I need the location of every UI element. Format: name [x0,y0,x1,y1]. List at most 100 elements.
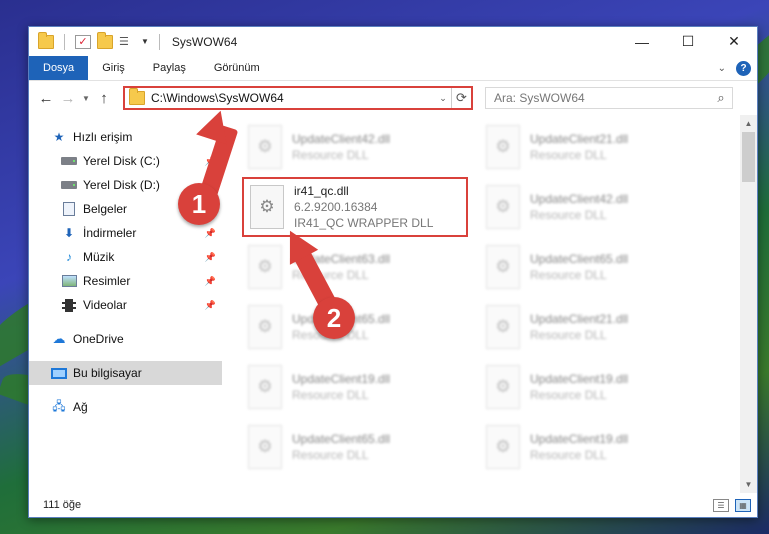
up-arrow-icon[interactable]: ↑ [93,90,115,107]
sidebar-item-quick-access[interactable]: ★ Hızlı erişim [29,125,222,149]
star-icon: ★ [53,130,65,144]
sidebar-item-label: Müzik [83,250,115,264]
file-explorer-window: ✓ ☰ ▼ SysWOW64 — ☐ ✕ Dosya Giriş Paylaş … [28,26,758,518]
help-icon[interactable]: ? [736,60,751,76]
tab-share[interactable]: Paylaş [139,56,200,80]
file-description: Resource DLL [292,448,369,462]
dll-gear-icon: ⚙ [486,125,520,169]
forward-arrow-icon[interactable]: → [57,90,79,107]
file-item[interactable]: ⚙ UpdateClient63.dll Resource DLL [242,237,480,297]
sidebar-item-network[interactable]: 🖧 Ağ [29,395,222,419]
sidebar-item-downloads[interactable]: ⬇ İndirmeler 📌 [29,221,222,245]
file-description: Resource DLL [530,148,607,162]
search-icon[interactable]: ⌕ [710,90,732,106]
sidebar-item-label: Ağ [73,400,88,414]
title-bar: ✓ ☰ ▼ SysWOW64 — ☐ ✕ [29,27,757,56]
file-name: UpdateClient19.dll [530,432,629,446]
file-name: UpdateClient42.dll [292,132,391,146]
file-description: Resource DLL [530,268,607,282]
file-description: Resource DLL [530,388,607,402]
computer-icon [51,366,67,380]
large-icons-view-icon[interactable]: ▦ [735,498,751,512]
file-description: Resource DLL [530,328,607,342]
address-bar[interactable]: C:\Windows\SysWOW64 ⌄ ⟳ [123,86,473,110]
documents-icon [61,202,77,216]
file-description: Resource DLL [292,148,369,162]
address-path[interactable]: C:\Windows\SysWOW64 [151,91,435,105]
file-item[interactable]: ⚙ UpdateClient21.dll Resource DLL [480,117,718,177]
close-button[interactable]: ✕ [711,27,757,56]
sidebar-item-label: Yerel Disk (C:) [83,154,160,168]
view-toggle-group: ☰ ▦ [713,498,757,512]
sidebar-item-label: Yerel Disk (D:) [83,178,160,192]
tab-view[interactable]: Görünüm [200,56,274,80]
scroll-down-arrow-icon[interactable]: ▼ [740,476,757,493]
expand-ribbon-chevron-icon[interactable]: ⌄ [718,63,726,74]
sidebar-item-label: Belgeler [83,202,128,216]
file-item[interactable]: ⚙ UpdateClient19.dll Resource DLL [480,417,718,477]
sidebar-item-onedrive[interactable]: ☁ OneDrive [29,327,222,351]
chevron-down-icon[interactable]: ▼ [141,37,149,46]
folder-icon [38,31,54,49]
file-item-ir41-qc-dll[interactable]: ⚙ ir41_qc.dll 6.2.9200.16384 IR41_QC WRA… [242,177,468,237]
scroll-up-arrow-icon[interactable]: ▲ [740,115,757,132]
file-item[interactable]: ⚙ UpdateClient19.dll Resource DLL [242,357,480,417]
dll-gear-icon: ⚙ [248,425,282,469]
disk-drive-icon [61,178,77,192]
file-name: UpdateClient19.dll [292,372,391,386]
sidebar-item-local-disk-c[interactable]: Yerel Disk (C:) 📌 [29,149,222,173]
pin-icon: 📌 [204,251,216,262]
address-dropdown-chevron-icon[interactable]: ⌄ [435,93,451,104]
file-version: 6.2.9200.16384 [294,200,378,214]
file-name: UpdateClient65.dll [530,252,629,266]
new-folder-icon[interactable] [97,31,113,49]
sidebar-item-label: Hızlı erişim [73,130,133,144]
recent-locations-chevron-icon[interactable]: ▼ [79,94,93,103]
file-description: IR41_QC WRAPPER DLL [294,216,434,230]
dll-gear-icon: ⚙ [486,245,520,289]
tab-home[interactable]: Giriş [88,56,139,80]
search-box[interactable]: Ara: SysWOW64 ⌕ [485,87,733,109]
customize-toolbar-icon[interactable]: ☰ [119,35,135,49]
network-icon: 🖧 [52,398,66,413]
file-name: UpdateClient65.dll [292,432,391,446]
file-name: UpdateClient21.dll [530,312,629,326]
main-area: ★ Hızlı erişim Yerel Disk (C:) 📌 Yerel D… [29,115,757,493]
file-item[interactable]: ⚙ UpdateClient42.dll Resource DLL [242,117,480,177]
sidebar-item-label: Videolar [83,298,127,312]
search-input[interactable]: Ara: SysWOW64 [494,91,710,105]
file-item[interactable]: ⚙ UpdateClient42.dll Resource DLL [480,177,718,237]
file-item[interactable]: ⚙ UpdateClient65.dll Resource DLL [480,237,718,297]
divider [64,33,65,50]
file-name: UpdateClient21.dll [530,132,629,146]
sidebar-item-label: Bu bilgisayar [73,366,142,380]
music-note-icon: ♪ [66,250,72,264]
maximize-button[interactable]: ☐ [665,27,711,56]
properties-check-icon[interactable]: ✓ [75,34,91,49]
minimize-button[interactable]: — [619,27,665,56]
file-item[interactable]: ⚙ UpdateClient21.dll Resource DLL [480,297,718,357]
file-description: Resource DLL [292,388,369,402]
window-title: SysWOW64 [171,34,238,49]
sidebar-item-music[interactable]: ♪ Müzik 📌 [29,245,222,269]
refresh-icon[interactable]: ⟳ [451,88,471,108]
scrollbar-thumb[interactable] [742,132,755,182]
sidebar-item-videos[interactable]: Videolar 📌 [29,293,222,317]
details-view-icon[interactable]: ☰ [713,498,729,512]
sidebar-item-this-pc[interactable]: Bu bilgisayar [29,361,222,385]
back-arrow-icon[interactable]: ← [35,90,57,107]
sidebar-item-label: Resimler [83,274,131,288]
dll-gear-icon: ⚙ [248,125,282,169]
navigation-pane: ★ Hızlı erişim Yerel Disk (C:) 📌 Yerel D… [29,115,222,493]
pin-icon: 📌 [204,275,216,286]
sidebar-item-pictures[interactable]: Resimler 📌 [29,269,222,293]
download-arrow-icon: ⬇ [63,226,75,240]
pin-icon: 📌 [204,227,216,238]
tab-file[interactable]: Dosya [29,56,89,80]
vertical-scrollbar[interactable]: ▲ ▼ [740,115,757,493]
file-item[interactable]: ⚙ UpdateClient65.dll Resource DLL [242,417,480,477]
file-item[interactable]: ⚙ UpdateClient19.dll Resource DLL [480,357,718,417]
dll-gear-icon: ⚙ [486,365,520,409]
dll-gear-icon: ⚙ [248,245,282,289]
file-item[interactable]: ⚙ UpdateClient65.dllResource DLL [242,297,480,357]
